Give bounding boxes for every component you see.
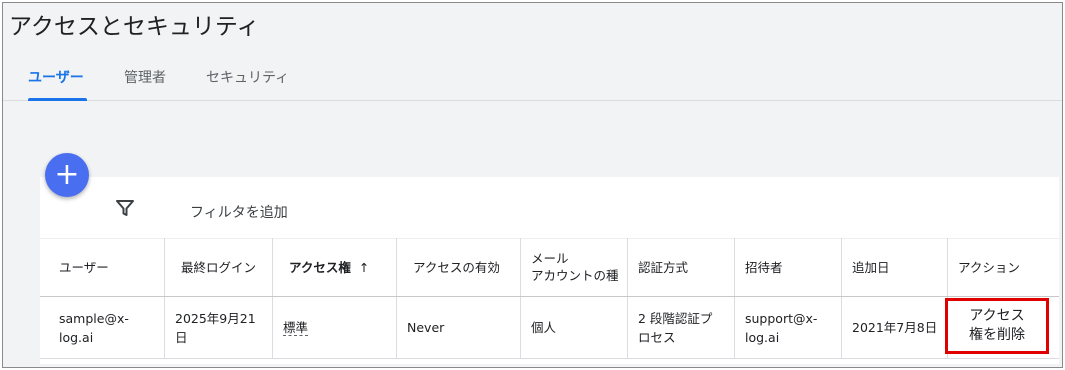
column-header-inviter[interactable]: 招待者 <box>735 238 842 296</box>
column-header-user-label: ユーザー <box>59 259 109 275</box>
filter-icon[interactable] <box>115 198 135 222</box>
column-header-access-label: アクセス権 <box>289 259 351 275</box>
page-title: アクセスとセキュリティ <box>9 14 260 40</box>
remove-access-button[interactable]: アクセス 権を削除 <box>945 298 1049 354</box>
email-type-value: 個人 <box>531 320 557 335</box>
user-email-line2: log.ai <box>59 329 94 345</box>
column-header-auth[interactable]: 認証方式 <box>628 238 735 296</box>
auth-line2: ロセス <box>638 329 676 345</box>
tabs-divider <box>3 100 1062 101</box>
cell-email-type: 個人 <box>521 297 628 358</box>
cell-added: 2021年7月8日 <box>842 297 948 358</box>
added-date-value: 2021年7月8日 <box>852 320 938 335</box>
tab-users[interactable]: ユーザー <box>28 67 84 87</box>
column-header-access-valid-label: アクセスの有効 <box>413 259 500 275</box>
column-header-auth-label: 認証方式 <box>638 259 689 275</box>
cell-inviter: support@x- log.ai <box>735 297 842 358</box>
auth-line1: 2 段階認証プ <box>638 310 713 326</box>
inviter-line2: log.ai <box>745 329 780 345</box>
inviter-line1: support@x- <box>745 310 818 326</box>
access-valid-value: Never <box>407 320 445 335</box>
column-header-user[interactable]: ユーザー <box>43 238 165 296</box>
cell-access-valid: Never <box>397 297 521 358</box>
column-header-access-valid[interactable]: アクセスの有効 <box>397 238 521 296</box>
cell-auth: 2 段階認証プ ロセス <box>628 297 735 358</box>
column-header-action-label: アクション <box>958 259 1020 275</box>
column-header-inviter-label: 招待者 <box>745 259 783 275</box>
column-header-email-line1: メール <box>531 251 569 266</box>
last-login-line2: 日 <box>175 329 188 345</box>
cell-last-login: 2025年9月21 日 <box>165 297 273 358</box>
column-header-email-type[interactable]: メール アカウントの種 <box>521 238 628 296</box>
column-header-last-login[interactable]: 最終ログイン <box>165 238 273 296</box>
column-header-added-label: 追加日 <box>852 259 890 275</box>
plus-icon: + <box>54 157 80 192</box>
cell-user: sample@x- log.ai <box>43 297 165 358</box>
column-header-added[interactable]: 追加日 <box>842 238 948 296</box>
column-header-last-login-label: 最終ログイン <box>181 259 257 275</box>
column-header-action: アクション <box>948 238 1059 296</box>
cell-access: 標準 <box>273 297 397 358</box>
add-user-button[interactable]: + <box>45 153 89 197</box>
remove-access-line2: 権を削除 <box>969 327 1025 343</box>
last-login-line1: 2025年9月21 <box>175 310 256 326</box>
active-tab-indicator <box>28 98 87 101</box>
row-divider <box>40 358 1059 359</box>
access-level-dropdown[interactable]: 標準 <box>283 320 309 336</box>
remove-access-line1: アクセス <box>969 308 1025 324</box>
column-header-email-line2: アカウントの種 <box>531 268 619 283</box>
tab-admins[interactable]: 管理者 <box>124 67 166 87</box>
sort-ascending-icon[interactable]: ↑ <box>359 259 369 276</box>
user-email-line1: sample@x- <box>59 310 129 326</box>
column-header-access[interactable]: アクセス権 ↑ <box>273 238 397 296</box>
add-filter-button[interactable]: フィルタを追加 <box>190 202 288 222</box>
tab-security[interactable]: セキュリティ <box>206 67 289 87</box>
